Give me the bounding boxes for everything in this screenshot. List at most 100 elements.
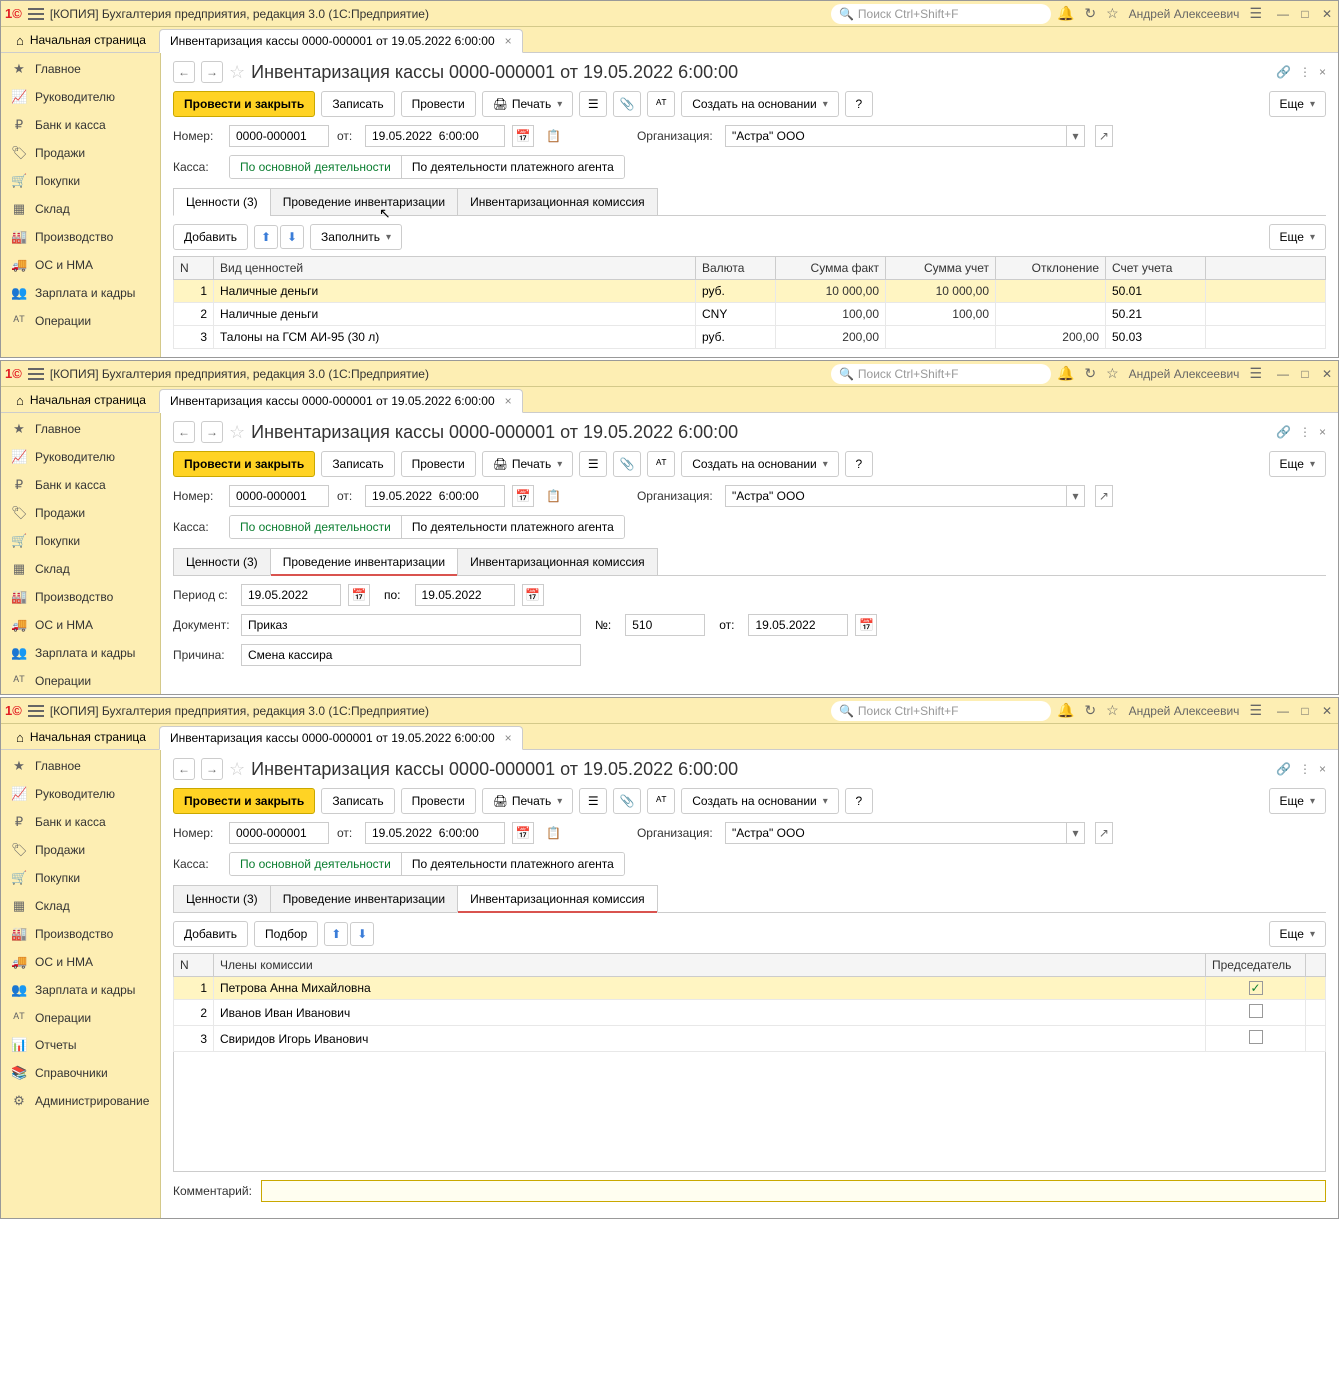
move-up-button[interactable]: ⬆ [254,225,278,249]
sidebar-item[interactable]: ₽Банк и касса [1,808,160,836]
search-box[interactable]: 🔍 Поиск Ctrl+Shift+F [831,364,1051,384]
sidebar-item[interactable]: 🛒Покупки [1,527,160,555]
sidebar-item[interactable]: ★Главное [1,55,160,83]
sidebar-item[interactable]: ★Главное [1,752,160,780]
add-button[interactable]: Добавить [173,921,248,947]
chairman-checkbox[interactable]: ✓ [1249,981,1263,995]
print-button[interactable]: 🖨 Печать▾ [482,788,574,814]
tab-home[interactable]: ⌂Начальная страница [5,388,157,412]
subtab-proc[interactable]: Проведение инвентаризации [270,548,458,576]
menu-icon[interactable] [28,8,44,20]
sidebar-item[interactable]: 🚚ОС и НМА [1,251,160,279]
sidebar-item[interactable]: 🛒Покупки [1,864,160,892]
save-button[interactable]: Записать [321,91,394,117]
subtab-proc[interactable]: Проведение инвентаризации [270,885,458,913]
tab-more-button[interactable]: Еще▾ [1269,921,1326,947]
pick-button[interactable]: Подбор [254,921,318,947]
table-row[interactable]: 2Наличные деньгиCNY100,00100,0050.21 [174,303,1326,326]
calendar-icon[interactable]: 📅 [512,125,534,147]
sidebar-item[interactable]: ▦Склад [1,195,160,223]
sidebar-item[interactable]: ▦Склад [1,555,160,583]
subtab-comm[interactable]: Инвентаризационная комиссия [457,885,658,913]
nav-forward[interactable]: → [201,61,223,83]
move-down-button[interactable]: ⬇ [350,922,374,946]
status-icon[interactable]: 📋 [546,129,561,143]
subtab-values[interactable]: Ценности (3) [173,548,271,576]
table-row[interactable]: 3Талоны на ГСМ АИ-95 (30 л)руб.200,00200… [174,326,1326,349]
post-and-close-button[interactable]: Провести и закрыть [173,788,315,814]
table-row[interactable]: 1Петрова Анна Михайловна✓ [174,977,1326,1000]
sidebar-item[interactable]: 👥Зарплата и кадры [1,279,160,307]
favorite-icon[interactable]: ☆ [229,62,245,83]
menu-icon[interactable] [28,705,44,717]
more-button[interactable]: Еще▾ [1269,91,1326,117]
tab-document[interactable]: Инвентаризация кассы 0000-000001 от 19.0… [159,29,523,53]
nav-back[interactable]: ← [173,61,195,83]
help-button[interactable]: ? [845,91,873,117]
org-input[interactable] [726,126,1066,146]
sidebar-item[interactable]: ᴬᵀОперации [1,1004,160,1031]
sidebar-item[interactable]: 🏭Производство [1,583,160,611]
org-dropdown-icon[interactable]: ▾ [1066,126,1084,146]
comment-input[interactable] [261,1180,1326,1202]
menu-icon[interactable] [28,368,44,380]
doc-number-input[interactable] [625,614,705,636]
close-icon[interactable]: × [1319,65,1326,79]
tab-document[interactable]: Инвентаризация кассы 0000-000001 от 19.0… [159,726,523,750]
subtab-values[interactable]: Ценности (3) [173,885,271,913]
table-row[interactable]: 2Иванов Иван Иванович [174,1000,1326,1026]
sidebar-item[interactable]: ₽Банк и касса [1,111,160,139]
date-input[interactable] [365,125,505,147]
sidebar-item[interactable]: 🚚ОС и НМА [1,948,160,976]
create-based-button[interactable]: Создать на основании▾ [681,91,839,117]
sidebar-item[interactable]: 🏭Производство [1,920,160,948]
post-button[interactable]: Провести [401,451,476,477]
org-field[interactable]: ▾ [725,125,1085,147]
sidebar-item[interactable]: 🛒Покупки [1,167,160,195]
tab-home[interactable]: ⌂Начальная страница [5,725,157,749]
tab-more-button[interactable]: Еще▾ [1269,224,1326,250]
sidebar-item[interactable]: 📊Отчеты [1,1031,160,1059]
agent-activity-toggle[interactable]: По деятельности платежного агента [402,156,624,178]
print-button[interactable]: 🖨 Печать▾ [482,91,574,117]
sidebar-item[interactable]: 🏷Продажи [1,499,160,527]
user-label[interactable]: Андрей Алексеевич [1129,7,1240,21]
table-row[interactable]: 1Наличные деньгируб.10 000,0010 000,0050… [174,280,1326,303]
document-input[interactable] [241,614,581,636]
post-button[interactable]: Провести [401,788,476,814]
create-based-button[interactable]: Создать на основании▾ [681,451,839,477]
move-up-button[interactable]: ⬆ [324,922,348,946]
main-activity-toggle[interactable]: По основной деятельности [230,156,402,178]
sidebar-item[interactable]: 🏷Продажи [1,836,160,864]
reason-input[interactable] [241,644,581,666]
values-table[interactable]: N Вид ценностей Валюта Сумма факт Сумма … [173,256,1326,349]
sidebar-item[interactable]: 👥Зарплата и кадры [1,976,160,1004]
tab-home[interactable]: ⌂Начальная страница [5,28,157,52]
create-based-button[interactable]: Создать на основании▾ [681,788,839,814]
print-button[interactable]: 🖨 Печать▾ [482,451,574,477]
sidebar-item[interactable]: ⚙Администрирование [1,1087,160,1115]
sidebar-item[interactable]: 🏷Продажи [1,139,160,167]
chairman-checkbox[interactable] [1249,1030,1263,1044]
sidebar-item[interactable]: 📈Руководителю [1,780,160,808]
settings-icon[interactable]: ☰ [1249,5,1262,22]
sidebar-item[interactable]: 📈Руководителю [1,83,160,111]
post-and-close-button[interactable]: Провести и закрыть [173,451,315,477]
doc-date-input[interactable] [748,614,848,636]
attach-icon-button[interactable]: 📎 [613,91,641,117]
history-icon[interactable]: ↻ [1084,5,1096,22]
sidebar-item[interactable]: ▦Склад [1,892,160,920]
table-row[interactable]: 3Свиридов Игорь Иванович [174,1026,1326,1052]
more-icon[interactable]: ⋮ [1299,65,1311,79]
subtab-values[interactable]: Ценности (3) [173,188,271,216]
chairman-checkbox[interactable] [1249,1004,1263,1018]
star-icon[interactable]: ☆ [1106,5,1119,22]
add-button[interactable]: Добавить [173,224,248,250]
period-to-input[interactable] [415,584,515,606]
tab-close-icon[interactable]: × [505,34,512,48]
sidebar-item[interactable]: ₽Банк и касса [1,471,160,499]
org-open-icon[interactable]: ↗ [1095,125,1113,147]
bell-icon[interactable]: 🔔 [1057,5,1074,22]
save-button[interactable]: Записать [321,451,394,477]
subtab-proc[interactable]: Проведение инвентаризации [270,188,458,216]
